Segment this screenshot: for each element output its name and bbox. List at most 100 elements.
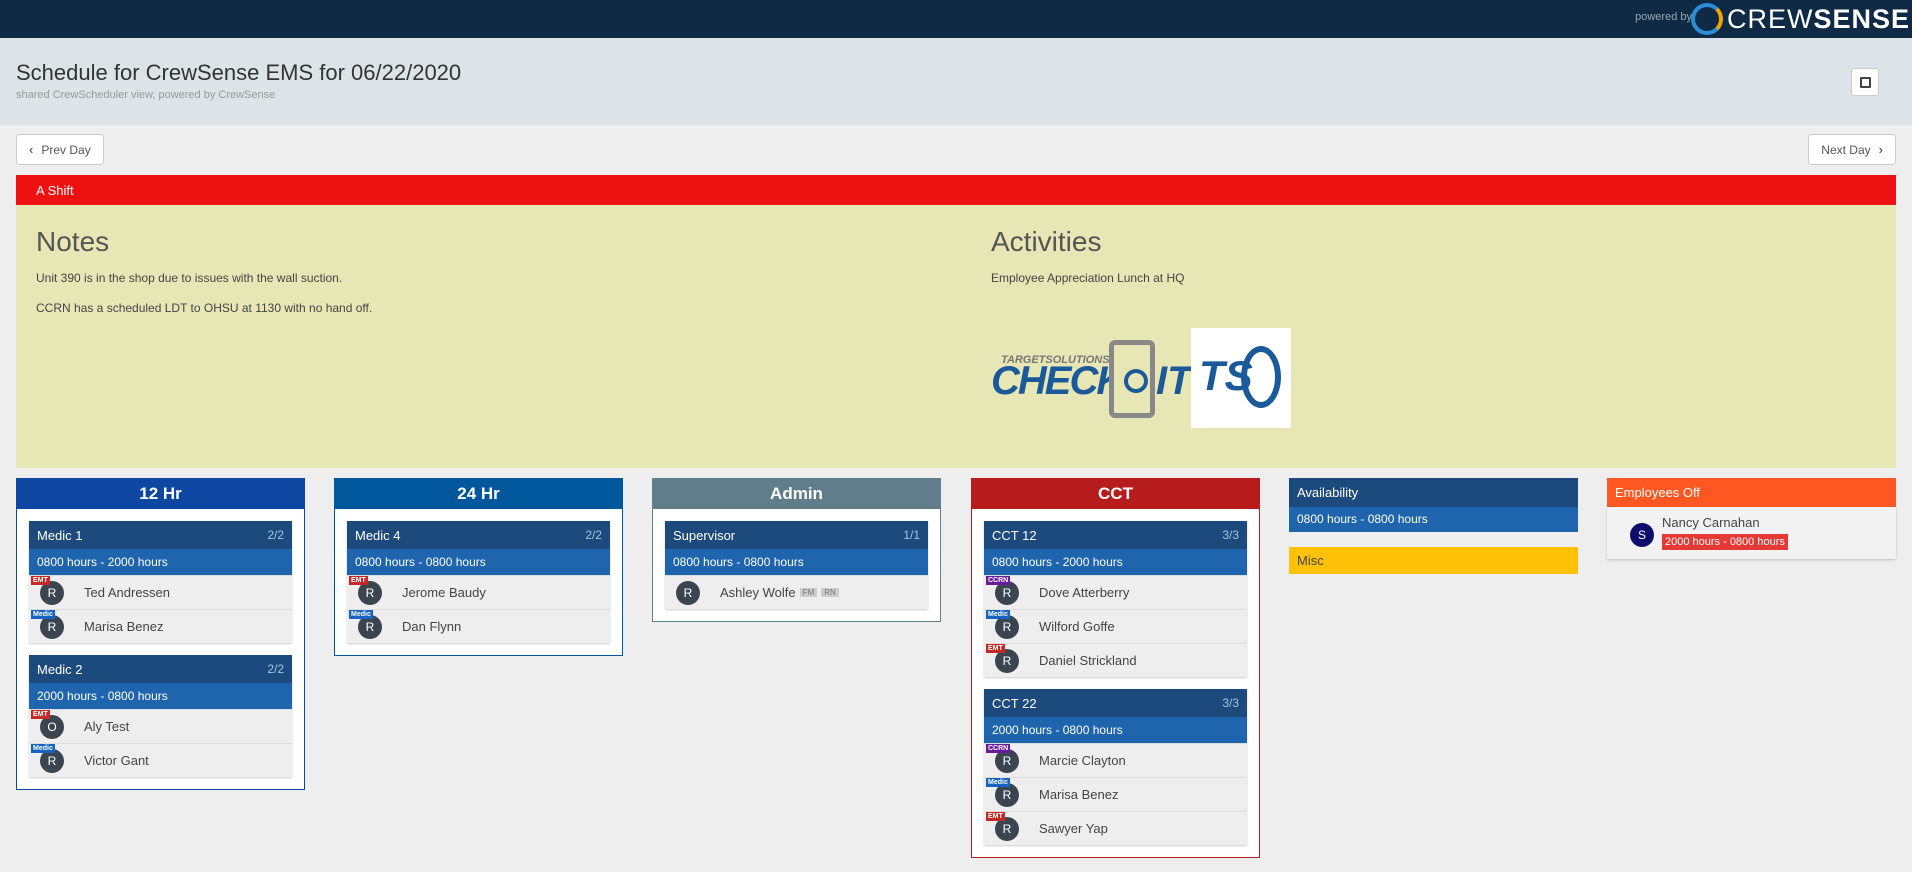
- column-title: 12 Hr: [17, 479, 304, 509]
- crew-member[interactable]: Medic R Marisa Benez: [984, 777, 1247, 811]
- unit-card: CCT 22 3/3 2000 hours - 0800 hours CCRN R M…: [984, 689, 1247, 845]
- crew-member[interactable]: Medic R Marisa Benez: [29, 609, 292, 643]
- tso-ring-icon: [1241, 346, 1281, 408]
- misc-title[interactable]: Misc: [1289, 547, 1578, 574]
- column-title: Admin: [653, 479, 940, 509]
- unit-name: CCT 12: [992, 527, 1037, 543]
- column-spacer: [335, 643, 622, 655]
- employee-off-time: 2000 hours - 0800 hours: [1662, 534, 1788, 550]
- cert-badge: CCRN: [986, 576, 1011, 585]
- cert-badge: EMT: [31, 576, 50, 585]
- employee-name: Nancy Carnahan: [1662, 515, 1760, 530]
- unit-count: 2/2: [267, 662, 284, 676]
- page-header: Schedule for CrewSense EMS for 06/22/202…: [0, 38, 1912, 125]
- logo-it-text: IT: [1156, 359, 1192, 403]
- crew-member[interactable]: Medic R Wilford Goffe: [984, 609, 1247, 643]
- unit-name: Medic 4: [355, 527, 401, 543]
- employees-off-title[interactable]: Employees Off: [1607, 478, 1896, 507]
- availability-title[interactable]: Availability: [1289, 478, 1578, 507]
- logo-text-crew: CREW: [1726, 3, 1814, 34]
- crew-member-name: Dove Atterberry: [1039, 585, 1130, 600]
- crew-member[interactable]: Medic R Dan Flynn: [347, 609, 610, 643]
- crew-member[interactable]: Medic R Victor Gant: [29, 743, 292, 777]
- unit-time: 0800 hours - 0800 hours: [347, 549, 610, 575]
- cert-badge: Medic: [986, 778, 1010, 787]
- crew-member[interactable]: EMT O Aly Test: [29, 709, 292, 743]
- unit-card: Supervisor 1/1 0800 hours - 0800 hours R A…: [665, 521, 928, 609]
- cert-badge: Medic: [986, 610, 1010, 619]
- cert-badge: EMT: [349, 576, 368, 585]
- unit-time: 2000 hours - 0800 hours: [984, 717, 1247, 743]
- chevron-right-icon: ›: [1878, 142, 1883, 157]
- unit-header[interactable]: Supervisor 1/1: [665, 521, 928, 549]
- crew-member[interactable]: EMT R Jerome Baudy: [347, 575, 610, 609]
- activity-line: Employee Appreciation Lunch at HQ: [991, 271, 1185, 285]
- note-line: CCRN has a scheduled LDT to OHSU at 1130…: [36, 301, 373, 315]
- unit-header[interactable]: CCT 12 3/3: [984, 521, 1247, 549]
- unit-count: 2/2: [267, 528, 284, 542]
- column-spacer: [653, 609, 940, 621]
- unit-time: 0800 hours - 0800 hours: [665, 549, 928, 575]
- column-title: 24 Hr: [335, 479, 622, 509]
- crew-member-name: Dan Flynn: [402, 619, 462, 634]
- unit-header[interactable]: Medic 2 2/2: [29, 655, 292, 683]
- crew-member[interactable]: CCRN R Dove Atterberry: [984, 575, 1247, 609]
- unit-name: Medic 2: [37, 661, 83, 677]
- crew-member[interactable]: EMT R Sawyer Yap: [984, 811, 1247, 845]
- cert-badge: Medic: [349, 610, 373, 619]
- column-12-hr: 12 Hr Medic 1 2/2 0800 hours - 2000 hours…: [16, 478, 305, 790]
- crew-member-name: Sawyer Yap: [1039, 821, 1108, 836]
- unit-card: CCT 12 3/3 0800 hours - 2000 hours CCRN R D…: [984, 521, 1247, 677]
- check-it-logo: TARGETSOLUTIONS CHECK IT: [991, 336, 1192, 420]
- next-day-label: Next Day: [1821, 142, 1871, 157]
- unit-header[interactable]: Medic 1 2/2: [29, 521, 292, 549]
- crew-member[interactable]: EMT R Daniel Strickland: [984, 643, 1247, 677]
- crew-member-name: Wilford Goffe: [1039, 619, 1115, 634]
- crew-member[interactable]: CCRN R Marcie Clayton: [984, 743, 1247, 777]
- column-admin: Admin Supervisor 1/1 0800 hours - 0800 ho…: [652, 478, 941, 622]
- cert-badge: Medic: [31, 744, 55, 753]
- notes-heading: Notes: [36, 226, 110, 257]
- column-cct: CCT CCT 12 3/3 0800 hours - 2000 hours CCR…: [971, 478, 1260, 858]
- unit-header[interactable]: CCT 22 3/3: [984, 689, 1247, 717]
- availability-time: 0800 hours - 0800 hours: [1289, 507, 1578, 532]
- employee-off-item[interactable]: S Nancy Carnahan 2000 hours - 0800 hours: [1607, 507, 1896, 559]
- next-day-button[interactable]: Next Day ›: [1808, 134, 1896, 165]
- crew-member-name: Marisa Benez: [84, 619, 164, 634]
- activities-heading: Activities: [991, 226, 1102, 257]
- unit-time: 0800 hours - 2000 hours: [984, 549, 1247, 575]
- unit-card: Medic 1 2/2 0800 hours - 2000 hours EMT R T…: [29, 521, 292, 643]
- unit-count: 2/2: [585, 528, 602, 542]
- crewsense-logo-icon: [1690, 3, 1723, 35]
- fullscreen-button[interactable]: [1851, 68, 1879, 96]
- prev-day-button[interactable]: ‹ Prev Day: [16, 134, 104, 165]
- prev-day-label: Prev Day: [41, 142, 91, 157]
- expand-icon: [1859, 76, 1871, 88]
- column-spacer: [17, 777, 304, 789]
- shift-bar: A Shift: [16, 175, 1896, 205]
- avatar: R: [676, 580, 700, 605]
- crew-member-name: Aly Test: [84, 719, 130, 734]
- unit-card: Medic 4 2/2 0800 hours - 0800 hours EMT R J…: [347, 521, 610, 643]
- crew-member[interactable]: R Ashley Wolfe FM RN: [665, 575, 928, 609]
- unit-card: Medic 2 2/2 2000 hours - 0800 hours EMT O A…: [29, 655, 292, 777]
- cert-badge: EMT: [986, 644, 1005, 653]
- employees-off-panel: Employees Off S Nancy Carnahan 2000 hour…: [1607, 478, 1896, 559]
- logo-check-text: CHECK: [991, 359, 1125, 403]
- unit-time: 0800 hours - 2000 hours: [29, 549, 292, 575]
- column-title: CCT: [972, 479, 1259, 509]
- unit-name: Medic 1: [37, 527, 83, 543]
- crew-member-name: Daniel Strickland: [1039, 653, 1137, 668]
- cert-badge: EMT: [986, 812, 1005, 821]
- column-24-hr: 24 Hr Medic 4 2/2 0800 hours - 0800 hours…: [334, 478, 623, 656]
- logo-text-sense: SENSE: [1813, 3, 1910, 34]
- top-bar: powered by CREWSENSE: [0, 0, 1912, 38]
- crew-member[interactable]: EMT R Ted Andressen: [29, 575, 292, 609]
- powered-by-text: powered by: [1635, 11, 1692, 23]
- crewsense-logo[interactable]: CREWSENSE: [1690, 0, 1912, 38]
- page-title: Schedule for CrewSense EMS for 06/22/202…: [16, 60, 462, 85]
- crew-member-name: Victor Gant: [84, 753, 149, 768]
- qualification-tag: RN: [821, 588, 839, 597]
- note-line: Unit 390 is in the shop due to issues wi…: [36, 271, 343, 285]
- unit-header[interactable]: Medic 4 2/2: [347, 521, 610, 549]
